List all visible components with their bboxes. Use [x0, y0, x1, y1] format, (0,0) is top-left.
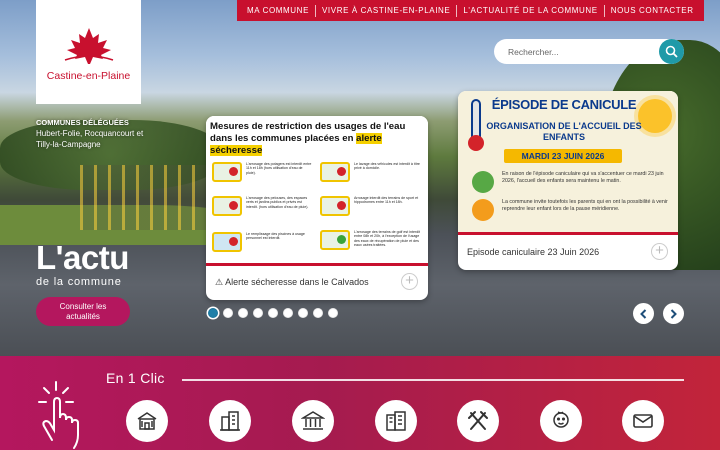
garden-icon — [212, 162, 242, 182]
news-title: L'actu — [36, 239, 129, 276]
nav-ma-commune[interactable]: MA COMMUNE — [241, 6, 315, 15]
card-caption: Episode caniculaire 23 Juin 2026 — [467, 247, 600, 257]
pool-icon — [212, 232, 242, 252]
quick-mail-button[interactable] — [622, 400, 664, 442]
carousel-dot[interactable] — [238, 308, 248, 318]
communes-list: Hubert-Folie, Rocquancourt et Tilly-la-C… — [36, 129, 144, 149]
carousel-dots — [208, 308, 338, 318]
carousel-dot[interactable] — [313, 308, 323, 318]
apartment-icon — [386, 411, 406, 431]
quick-town-hall-button[interactable] — [126, 400, 168, 442]
car-wash-icon — [320, 162, 350, 182]
thermometer-icon — [468, 99, 484, 151]
nav-contact[interactable]: NOUS CONTACTER — [605, 6, 700, 15]
poster-title: Mesures de restriction des usages de l'e… — [210, 121, 424, 157]
restriction-text: L'arrosage des terrains de golf est inte… — [354, 230, 421, 248]
poster-body-1: En raison de l'épisode caniculaire qui v… — [502, 171, 664, 184]
top-navigation: MA COMMUNE VIVRE À CASTINE-EN-PLAINE L'A… — [237, 0, 704, 21]
carousel-dot[interactable] — [328, 308, 338, 318]
poster-body-2: La commune invite toutefois les parents … — [502, 199, 668, 212]
card-caption: ⚠ Alerte sécheresse dans le Calvados — [215, 277, 369, 287]
search-bar — [494, 39, 684, 64]
carousel-dot[interactable] — [253, 308, 263, 318]
restriction-row: L'arrosage des terrains de golf est inte… — [320, 230, 420, 250]
carousel-dot[interactable] — [208, 308, 218, 318]
logo-name: Castine-en-Plaine — [46, 70, 131, 82]
quick-monument-button[interactable] — [292, 400, 334, 442]
click-hand-icon — [38, 381, 79, 449]
restriction-row: Arrosage interdit des terrains de sport … — [320, 196, 420, 216]
lawn-icon — [212, 196, 242, 216]
restriction-row: L'arrosage des potagers est interdit ent… — [212, 162, 312, 182]
heatwave-poster: ÉPISODE DE CANICULE ORGANISATION DE L'AC… — [458, 91, 678, 235]
quick-access-title: En 1 Clic — [106, 370, 165, 386]
search-icon — [665, 45, 678, 58]
poster-subheading: ORGANISATION DE L'ACCUEIL DES ENFANTS — [486, 121, 642, 142]
quick-child-button[interactable] — [540, 400, 582, 442]
poster-heading: ÉPISODE DE CANICULE — [491, 97, 637, 112]
carousel-next-button[interactable] — [663, 303, 684, 324]
search-button[interactable] — [659, 39, 684, 64]
chevron-right-icon — [670, 308, 677, 319]
news-subtitle: de la commune — [36, 276, 122, 288]
restaurant-icon — [468, 411, 488, 430]
restriction-text: L'arrosage des pelouses, des espaces ver… — [246, 196, 309, 209]
search-input[interactable] — [494, 46, 654, 57]
quick-restaurant-button[interactable] — [457, 400, 499, 442]
news-card-drought[interactable]: Mesures de restriction des usages de l'e… — [206, 116, 428, 300]
site-logo[interactable]: Castine-en-Plaine — [36, 0, 141, 104]
monument-icon — [301, 411, 325, 430]
sports-field-icon — [320, 196, 350, 216]
buildings-icon — [220, 411, 240, 431]
golf-icon — [320, 230, 350, 250]
restriction-row: L'arrosage des pelouses, des espaces ver… — [212, 196, 312, 216]
carousel-dot[interactable] — [223, 308, 233, 318]
nav-vivre[interactable]: VIVRE À CASTINE-EN-PLAINE — [316, 6, 456, 15]
news-heading: L'actu de la commune — [36, 239, 129, 289]
nav-actualite[interactable]: L'ACTUALITÉ DE LA COMMUNE — [457, 6, 603, 15]
town-hall-icon — [137, 412, 157, 430]
school-icon — [472, 171, 494, 193]
restriction-row: Le lavage des véhicules est interdit à t… — [320, 162, 420, 182]
communes-deleguees: COMMUNES DÉLÉGUÉES Hubert-Folie, Rocquan… — [36, 117, 156, 150]
restriction-text: Le lavage des véhicules est interdit à t… — [354, 162, 420, 171]
quick-access-section: En 1 Clic — [0, 356, 720, 450]
restriction-text: L'arrosage des potagers est interdit ent… — [246, 162, 312, 175]
restriction-text: Le remplissage des piscines à usage pers… — [246, 232, 305, 241]
consult-news-button[interactable]: Consulter les actualités — [36, 297, 130, 326]
child-icon — [553, 411, 569, 428]
news-card-heatwave[interactable]: ÉPISODE DE CANICULE ORGANISATION DE L'AC… — [458, 91, 678, 270]
family-icon — [472, 199, 494, 221]
drought-poster: Mesures de restriction des usages de l'e… — [206, 116, 428, 266]
divider — [182, 379, 684, 381]
plus-icon[interactable]: + — [401, 273, 418, 290]
communes-title: COMMUNES DÉLÉGUÉES — [36, 118, 129, 127]
carousel-prev-button[interactable] — [633, 303, 654, 324]
poster-date: MARDI 23 JUIN 2026 — [504, 149, 622, 163]
carousel-dot[interactable] — [283, 308, 293, 318]
restriction-row: Le remplissage des piscines à usage pers… — [212, 232, 312, 252]
chevron-left-icon — [640, 308, 647, 319]
mail-icon — [633, 414, 653, 428]
carousel-dot[interactable] — [298, 308, 308, 318]
restriction-text: Arrosage interdit des terrains de sport … — [354, 196, 419, 205]
quick-apartment-button[interactable] — [375, 400, 417, 442]
carousel-dot[interactable] — [268, 308, 278, 318]
plus-icon[interactable]: + — [651, 243, 668, 260]
quick-buildings-button[interactable] — [209, 400, 251, 442]
maple-leaf-icon — [64, 28, 113, 64]
